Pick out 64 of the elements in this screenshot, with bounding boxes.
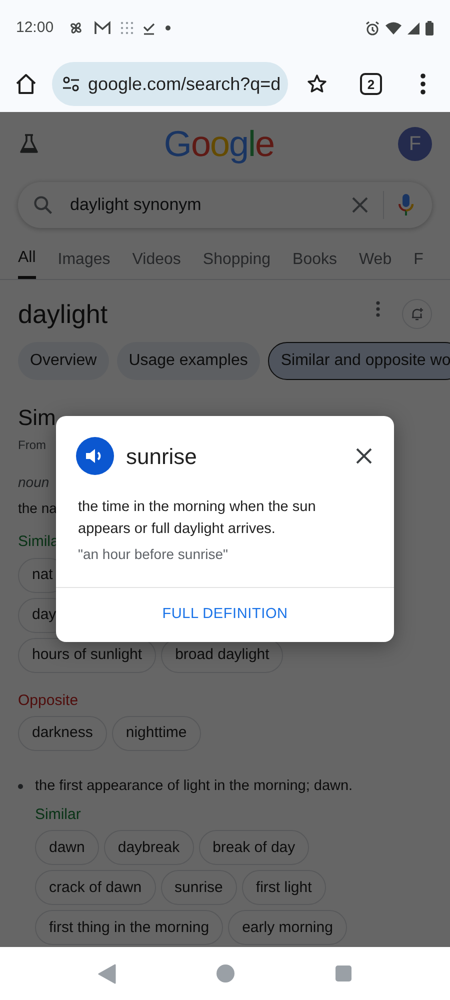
- clear-icon[interactable]: [351, 196, 369, 214]
- notification-button[interactable]: [402, 299, 432, 329]
- topic-chip[interactable]: Similar and opposite wo: [268, 342, 450, 380]
- flask-icon[interactable]: [18, 133, 40, 155]
- dot-icon: [164, 25, 171, 31]
- wifi-icon: [385, 21, 402, 35]
- star-icon[interactable]: [306, 73, 328, 95]
- definition-text: the first appearance of light in the morning; dawn.: [35, 777, 354, 796]
- home-icon[interactable]: [14, 72, 38, 96]
- microphone-icon[interactable]: [398, 193, 414, 217]
- signal-icon: [407, 22, 420, 34]
- url-text: google.com/search?q=d: [88, 72, 281, 96]
- recents-icon[interactable]: [335, 965, 352, 982]
- full-definition-link[interactable]: FULL DEFINITION: [162, 604, 288, 626]
- word-chip[interactable]: first light: [242, 870, 326, 906]
- search-text: daylight synonym: [70, 194, 202, 216]
- battery-icon: [425, 20, 434, 36]
- search-tab[interactable]: Books: [292, 240, 337, 279]
- word-chip[interactable]: crack of dawn: [35, 870, 156, 906]
- word-chip[interactable]: dawn: [35, 830, 99, 866]
- dialog-definition: the time in the morning when the sun appears or full daylight arrives.: [77, 498, 317, 539]
- dialog-example: "an hour before sunrise": [77, 545, 230, 564]
- relation-label: Opposite: [18, 690, 80, 710]
- search-tab[interactable]: Images: [58, 240, 110, 279]
- bell-plus-icon: [410, 307, 424, 321]
- pinwheel-icon: [68, 20, 84, 36]
- word-chip[interactable]: first thing in the morning: [35, 910, 224, 946]
- word-chip[interactable]: sunrise: [160, 870, 237, 906]
- site-settings-icon[interactable]: [62, 76, 80, 92]
- search-tab[interactable]: Shopping: [202, 240, 271, 279]
- close-icon[interactable]: [356, 448, 372, 464]
- avatar[interactable]: F: [398, 127, 432, 161]
- search-field[interactable]: daylight synonym: [18, 182, 432, 228]
- mail-icon: [94, 21, 111, 35]
- word-chip[interactable]: daybreak: [104, 830, 194, 866]
- part-of-speech: noun: [18, 473, 50, 492]
- search-tab[interactable]: F: [414, 240, 424, 279]
- word-chip[interactable]: early morning: [228, 910, 347, 946]
- clock-time: 12:00: [16, 18, 54, 38]
- grid-icon: [120, 22, 133, 34]
- word-chip[interactable]: darkness: [18, 716, 107, 751]
- definition-text: the na: [18, 499, 57, 518]
- tab-switcher-button[interactable]: 2: [360, 73, 382, 95]
- search-tab[interactable]: Videos: [132, 240, 181, 279]
- word-chip[interactable]: nighttime: [112, 716, 201, 751]
- word-title: daylight: [18, 298, 109, 330]
- section-heading: Sim: [18, 404, 57, 432]
- speaker-button[interactable]: [76, 437, 114, 475]
- search-tab[interactable]: Web: [358, 240, 392, 279]
- dialog-word: sunrise: [126, 442, 198, 470]
- topic-chip[interactable]: Overview: [18, 342, 109, 380]
- alarm-icon: [365, 20, 380, 36]
- more-options-icon[interactable]: [420, 73, 426, 95]
- back-icon[interactable]: [98, 964, 116, 984]
- download-done-icon: [142, 22, 155, 34]
- google-logo[interactable]: Google: [40, 126, 398, 162]
- source-text: From: [18, 437, 47, 454]
- address-bar[interactable]: google.com/search?q=d: [52, 62, 288, 106]
- topic-chip[interactable]: Usage examples: [116, 342, 260, 380]
- bullet-icon: [18, 784, 23, 789]
- relation-label: Similar: [35, 804, 82, 825]
- search-tab[interactable]: All: [18, 240, 36, 279]
- search-icon: [32, 194, 54, 216]
- word-chip[interactable]: break of day: [198, 830, 310, 866]
